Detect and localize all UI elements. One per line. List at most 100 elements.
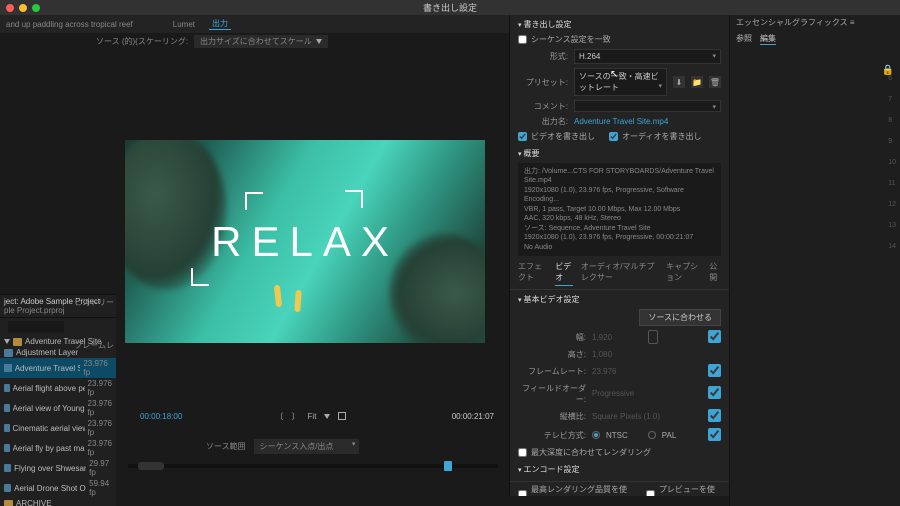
summary-line: Sequence, Adventure Travel Site [549, 225, 651, 232]
section-export-settings[interactable]: 書き出し設定 [510, 15, 729, 32]
tv-ntsc-radio[interactable] [592, 431, 600, 439]
match-field-checkbox[interactable] [708, 386, 721, 399]
height-value[interactable]: 1,080 [592, 350, 642, 359]
use-previews-checkbox[interactable] [646, 490, 655, 496]
tab-captions[interactable]: キャプション [666, 261, 701, 286]
save-preset-icon[interactable]: ⬇ [673, 76, 685, 88]
import-preset-icon[interactable]: 📁 [691, 76, 703, 88]
use-previews-label: プレビューを使用 [659, 484, 721, 496]
fps-value[interactable]: 23.976 [592, 367, 642, 376]
bin-row[interactable]: ARCHIVE [0, 498, 116, 506]
tv-ntsc-label: NTSC [606, 431, 628, 440]
format-dropdown[interactable]: H.264 [574, 49, 721, 64]
set-in-icon[interactable]: 〔 [276, 411, 284, 422]
clip-name: and up paddling across tropical reef [6, 20, 133, 29]
export-audio-label: オーディオを書き出し [622, 131, 701, 142]
tab-audio[interactable]: オーディオ/マルチプレクサー [581, 261, 658, 286]
preset-value: ソースの一致・高速ビットレート [579, 72, 659, 92]
max-depth-label: 最大深度に合わせてレンダリング [531, 447, 651, 458]
output-name-link[interactable]: Adventure Travel Site.mp4 [574, 117, 668, 126]
project-item[interactable]: Flying over Shwesandaw Pagoda a29.97 fp [0, 458, 116, 478]
project-item[interactable]: Aerial Drone Shot One Person Silh59.94 f… [0, 478, 116, 498]
comment-label: コメント: [518, 101, 568, 112]
aspect-icon[interactable] [338, 412, 346, 420]
preview-monitor[interactable]: RELAX [125, 140, 485, 343]
history-tab[interactable]: ヒストリー [74, 297, 114, 308]
section-encode[interactable]: エンコード設定 [510, 460, 729, 477]
tv-pal-radio[interactable] [648, 431, 656, 439]
range-handle[interactable] [138, 462, 164, 470]
essential-graphics-panel: エッセンシャルグラフィックス ≡ 参照 編集 🔒 67891011121314 [729, 15, 900, 506]
project-item[interactable]: Aerial flight above people hiking at23.9… [0, 378, 116, 398]
max-depth-checkbox[interactable] [518, 448, 527, 457]
project-item[interactable]: Adventure Travel Site23.976 fp [0, 358, 116, 378]
source-range-dropdown[interactable]: シーケンス入点/出点 [254, 439, 360, 454]
item-name: Aerial fly by past man and truck on [13, 444, 85, 453]
project-item[interactable]: Aerial fly by past man and truck on23.97… [0, 438, 116, 458]
match-tv-checkbox[interactable] [708, 428, 721, 441]
clip-icon [4, 384, 10, 392]
match-sequence-checkbox[interactable] [518, 35, 527, 44]
project-item[interactable]: Cinematic aerial view of couple sta23.97… [0, 418, 116, 438]
export-audio-checkbox[interactable] [609, 132, 618, 141]
width-value[interactable]: 1,920 [592, 333, 642, 342]
tab-effects[interactable]: エフェクト [518, 261, 547, 286]
match-width-checkbox[interactable] [708, 330, 721, 343]
tab-video[interactable]: ビデオ [555, 261, 573, 286]
clip-icon [4, 464, 11, 472]
tab-output[interactable]: 出力 [209, 18, 231, 30]
section-basic-video[interactable]: 基本ビデオ設定 [510, 290, 729, 307]
match-par-checkbox[interactable] [708, 409, 721, 422]
fit-dropdown[interactable]: Fit [308, 412, 317, 421]
output-name-label: 出力名: [518, 116, 568, 127]
timecode-in[interactable]: 00:00:18:00 [140, 412, 182, 421]
playhead-icon[interactable] [444, 461, 452, 471]
field-order-value[interactable]: Progressive [592, 389, 642, 398]
export-settings-panel: 書き出し設定 シーケンス設定を一致 形式: H.264 プリセット: ソースの一… [509, 15, 729, 496]
set-out-icon[interactable]: 〕 [292, 411, 300, 422]
timeline-scrubber[interactable] [128, 464, 498, 468]
kayak-graphic [294, 290, 302, 312]
overlay-text: RELAX [211, 218, 399, 266]
crop-bracket-icon [191, 268, 209, 286]
search-input[interactable] [8, 321, 64, 333]
clip-icon [4, 444, 10, 452]
titlebar: 書き出し設定 [0, 0, 900, 15]
item-name: Cinematic aerial view of couple sta [13, 424, 85, 433]
traffic-lights[interactable] [6, 4, 40, 12]
summary-output-label: 出力: [524, 168, 540, 175]
section-summary[interactable]: 概要 [510, 144, 729, 161]
export-video-checkbox[interactable] [518, 132, 527, 141]
item-framerate: 23.976 fp [83, 359, 112, 377]
summary-line: No Audio [524, 244, 552, 251]
scaling-dropdown[interactable]: 出力サイズに合わせてスケール [194, 35, 328, 48]
preset-dropdown[interactable]: ソースの一致・高速ビットレート [574, 68, 667, 96]
export-video-label: ビデオを書き出し [531, 131, 595, 142]
chevron-down-icon [324, 414, 330, 419]
delete-preset-icon[interactable]: 🗑 [709, 76, 721, 88]
project-search [0, 318, 116, 336]
chevron-down-icon [4, 339, 10, 344]
project-item[interactable]: Aerial view of Young traveling wom23.976… [0, 398, 116, 418]
format-label: 形式: [518, 51, 568, 62]
workspace-label[interactable]: Lumet [173, 20, 195, 29]
row-number: 7 [888, 96, 896, 103]
comment-input[interactable] [574, 100, 721, 112]
match-sequence-label: シーケンス設定を一致 [531, 34, 611, 45]
max-quality-checkbox[interactable] [518, 490, 527, 496]
timecode-out[interactable]: 00:00:21:07 [452, 412, 494, 421]
link-icon[interactable] [648, 330, 658, 344]
par-value[interactable]: Square Pixels (1.0) [592, 412, 672, 421]
bin-name: ARCHIVE [16, 499, 52, 506]
tab-browse[interactable]: 参照 [736, 33, 752, 45]
maximize-icon[interactable] [32, 4, 40, 12]
match-fps-checkbox[interactable] [708, 364, 721, 377]
match-source-button[interactable]: ソースに合わせる [639, 309, 721, 326]
close-icon[interactable] [6, 4, 14, 12]
summary-line: 1920x1080 (1.0), 23.976 fps, Progressive… [524, 187, 684, 203]
minimize-icon[interactable] [19, 4, 27, 12]
window-title: 書き出し設定 [423, 1, 477, 14]
tab-edit[interactable]: 編集 [760, 33, 776, 45]
tab-publish[interactable]: 公開 [709, 261, 721, 286]
row-number: 8 [888, 117, 896, 124]
